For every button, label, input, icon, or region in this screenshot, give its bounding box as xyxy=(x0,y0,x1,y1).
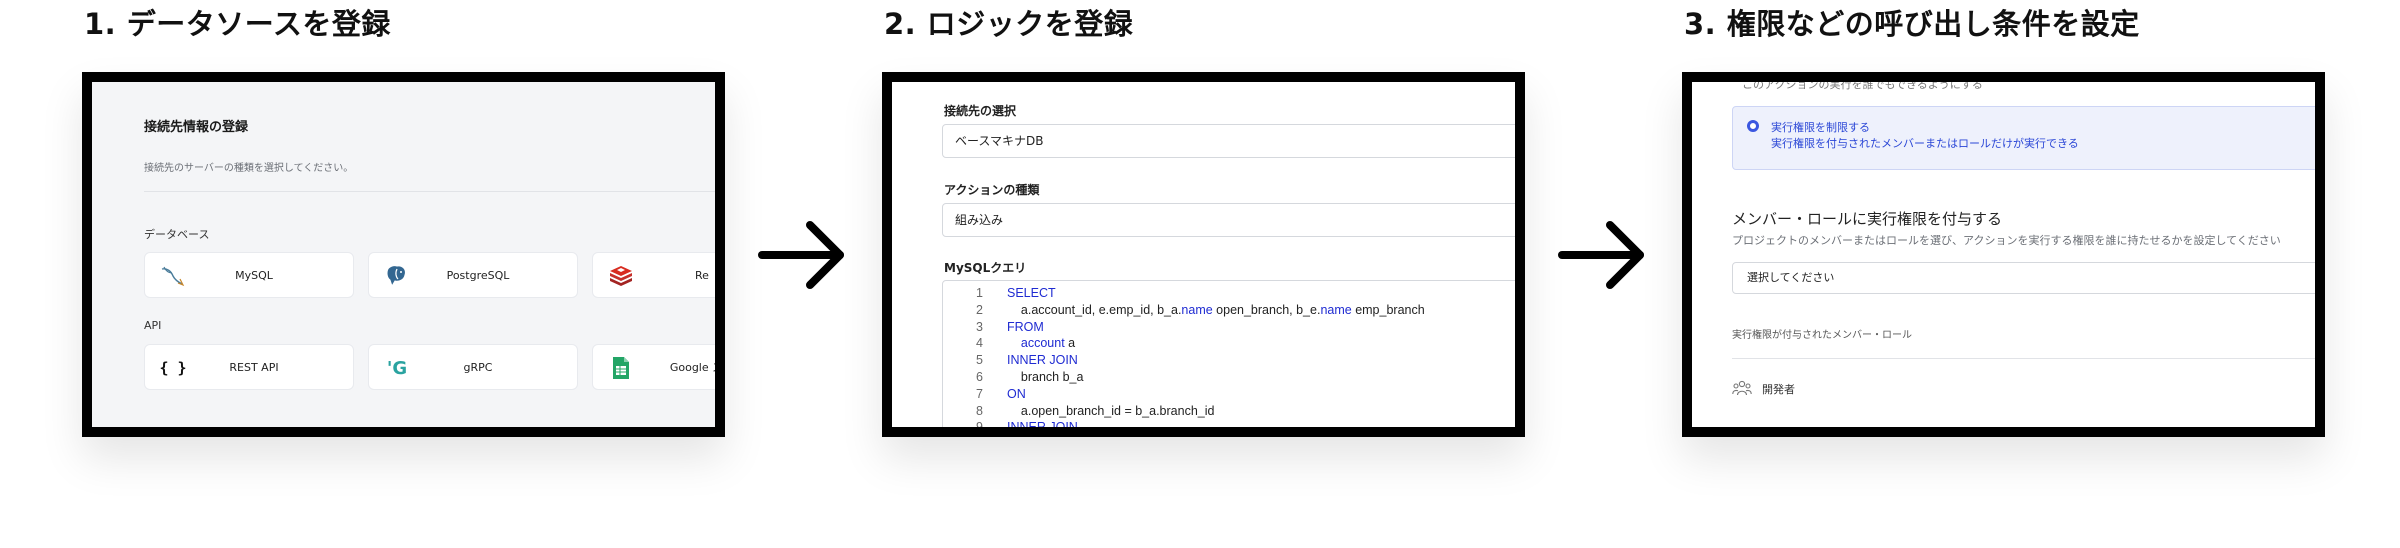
code-text: account a xyxy=(1007,335,1075,351)
mysql-dolphin-icon xyxy=(159,263,187,289)
line-number: 4 xyxy=(976,336,983,351)
member-role-select[interactable]: 選択してください xyxy=(1732,262,2315,294)
code-line: 5 INNER JOIN xyxy=(943,352,1515,368)
code-line: 9 INNER JOIN xyxy=(943,419,1515,427)
step-3-title: 3. 権限などの呼び出し条件を設定 xyxy=(1684,7,2140,41)
code-text: FROM xyxy=(1007,319,1044,335)
code-line: 1 SELECT xyxy=(943,285,1515,301)
sql-token: branch b_a xyxy=(1007,370,1084,384)
member-name: 開発者 xyxy=(1762,383,1795,396)
category-database-label: データベース xyxy=(144,228,210,241)
postgresql-elephant-icon xyxy=(383,263,411,289)
sql-keyword: name xyxy=(1320,302,1352,317)
arrow-right-icon xyxy=(1558,221,1644,289)
permission-screenshot-frame: このアクションの実行を誰でもできるようにする 実行権限を制限する 実行権限を付与… xyxy=(1682,72,2325,437)
code-text: INNER JOIN xyxy=(1007,419,1078,427)
datasource-card-rest-api[interactable]: { } REST API xyxy=(144,344,354,390)
sql-code-editor[interactable]: 1 SELECT 2 a.account_id, e.emp_id, b_a.nam… xyxy=(942,280,1515,427)
page-heading: 接続先情報の登録 xyxy=(144,120,249,135)
page-subtext: 接続先のサーバーの種類を選択してください。 xyxy=(144,163,354,174)
line-number: 5 xyxy=(976,353,983,368)
code-text: ON xyxy=(1007,386,1026,402)
datasource-screenshot-frame: 接続先情報の登録 接続先のサーバーの種類を選択してください。 データベース My… xyxy=(82,72,725,437)
datasource-card-google-sheets[interactable]: Google スプ xyxy=(592,344,715,390)
line-number: 1 xyxy=(976,286,983,300)
line-number: 6 xyxy=(976,370,983,384)
grant-section-title: メンバー・ロールに実行権限を付与する xyxy=(1732,210,2003,228)
line-number: 2 xyxy=(976,302,983,317)
radio-option-title: 実行権限を制限する xyxy=(1771,121,1870,134)
radio-option-everyone-text: このアクションの実行を誰でもできるようにする xyxy=(1742,82,1983,91)
granted-list-heading: 実行権限が付与されたメンバー・ロール xyxy=(1732,330,1912,341)
code-text: INNER JOIN xyxy=(1007,352,1078,368)
google-sheets-icon xyxy=(607,355,635,381)
grant-section-description: プロジェクトのメンバーまたはロールを選び、アクションを実行する権限を誰に持たせる… xyxy=(1732,234,2281,247)
sql-token: a.account_id, e.emp_id, b_a. xyxy=(1007,302,1182,317)
code-line: 4 account a xyxy=(943,335,1515,351)
code-text: SELECT xyxy=(1007,285,1056,301)
grpc-icon: 'G xyxy=(386,357,408,379)
connection-label: 接続先の選択 xyxy=(944,104,1017,118)
radio-option-restrict[interactable]: 実行権限を制限する 実行権限を付与されたメンバーまたはロールだけが実行できる xyxy=(1732,106,2315,170)
action-type-select[interactable]: 組み込み xyxy=(942,203,1515,237)
code-text: a.account_id, e.emp_id, b_a.name open_br… xyxy=(1007,302,1425,318)
action-type-label: アクションの種類 xyxy=(944,183,1040,197)
datasource-card-redis[interactable]: Re xyxy=(592,252,715,298)
code-text: branch b_a xyxy=(1007,369,1084,385)
datasource-card-mysql[interactable]: MySQL xyxy=(144,252,354,298)
connection-select[interactable]: ベースマキナDB xyxy=(942,124,1515,158)
radio-option-description: 実行権限を付与されたメンバーまたはロールだけが実行できる xyxy=(1771,137,2079,150)
code-text: a.open_branch_id = b_a.branch_id xyxy=(1007,403,1215,419)
datasource-card-postgresql[interactable]: PostgreSQL xyxy=(368,252,578,298)
sql-keyword: account xyxy=(1007,336,1065,351)
sql-token: a.open_branch_id = b_a.branch_id xyxy=(1007,403,1215,418)
sql-token: open_branch, b_e. xyxy=(1212,302,1321,317)
line-number: 8 xyxy=(976,403,983,418)
sql-keyword: ON xyxy=(1007,386,1026,401)
divider xyxy=(144,191,715,192)
sql-token: emp_branch xyxy=(1351,302,1425,317)
line-number: 7 xyxy=(976,386,983,401)
sql-keyword: SELECT xyxy=(1007,286,1056,300)
divider xyxy=(1732,358,2315,359)
step-2-title: 2. ロジックを登録 xyxy=(884,7,1134,41)
code-line: 6 branch b_a xyxy=(943,369,1515,385)
category-api-label: API xyxy=(144,319,162,332)
query-label: MySQLクエリ xyxy=(944,261,1027,275)
code-line: 3 FROM xyxy=(943,319,1515,335)
redis-icon xyxy=(607,263,635,289)
braces-icon: { } xyxy=(159,359,187,377)
sql-keyword: name xyxy=(1181,302,1213,317)
sql-keyword: INNER JOIN xyxy=(1007,353,1078,368)
line-number: 3 xyxy=(976,319,983,334)
sql-keyword: INNER JOIN xyxy=(1007,420,1078,427)
line-number: 9 xyxy=(943,419,983,427)
code-line: 2 a.account_id, e.emp_id, b_a.name open_… xyxy=(943,302,1515,318)
code-line: 8 a.open_branch_id = b_a.branch_id xyxy=(943,403,1515,419)
datasource-card-grpc[interactable]: 'G gRPC xyxy=(368,344,578,390)
sql-keyword: FROM xyxy=(1007,319,1044,334)
group-icon xyxy=(1732,380,1752,396)
sql-token: a xyxy=(1064,336,1076,351)
arrow-right-icon xyxy=(758,221,844,289)
step-1-title: 1. データソースを登録 xyxy=(84,7,391,41)
radio-selected-icon[interactable] xyxy=(1747,120,1759,132)
logic-screenshot-frame: 接続先の選択 ベースマキナDB アクションの種類 組み込み MySQLクエリ 1… xyxy=(882,72,1525,437)
code-line: 7 ON xyxy=(943,386,1515,402)
